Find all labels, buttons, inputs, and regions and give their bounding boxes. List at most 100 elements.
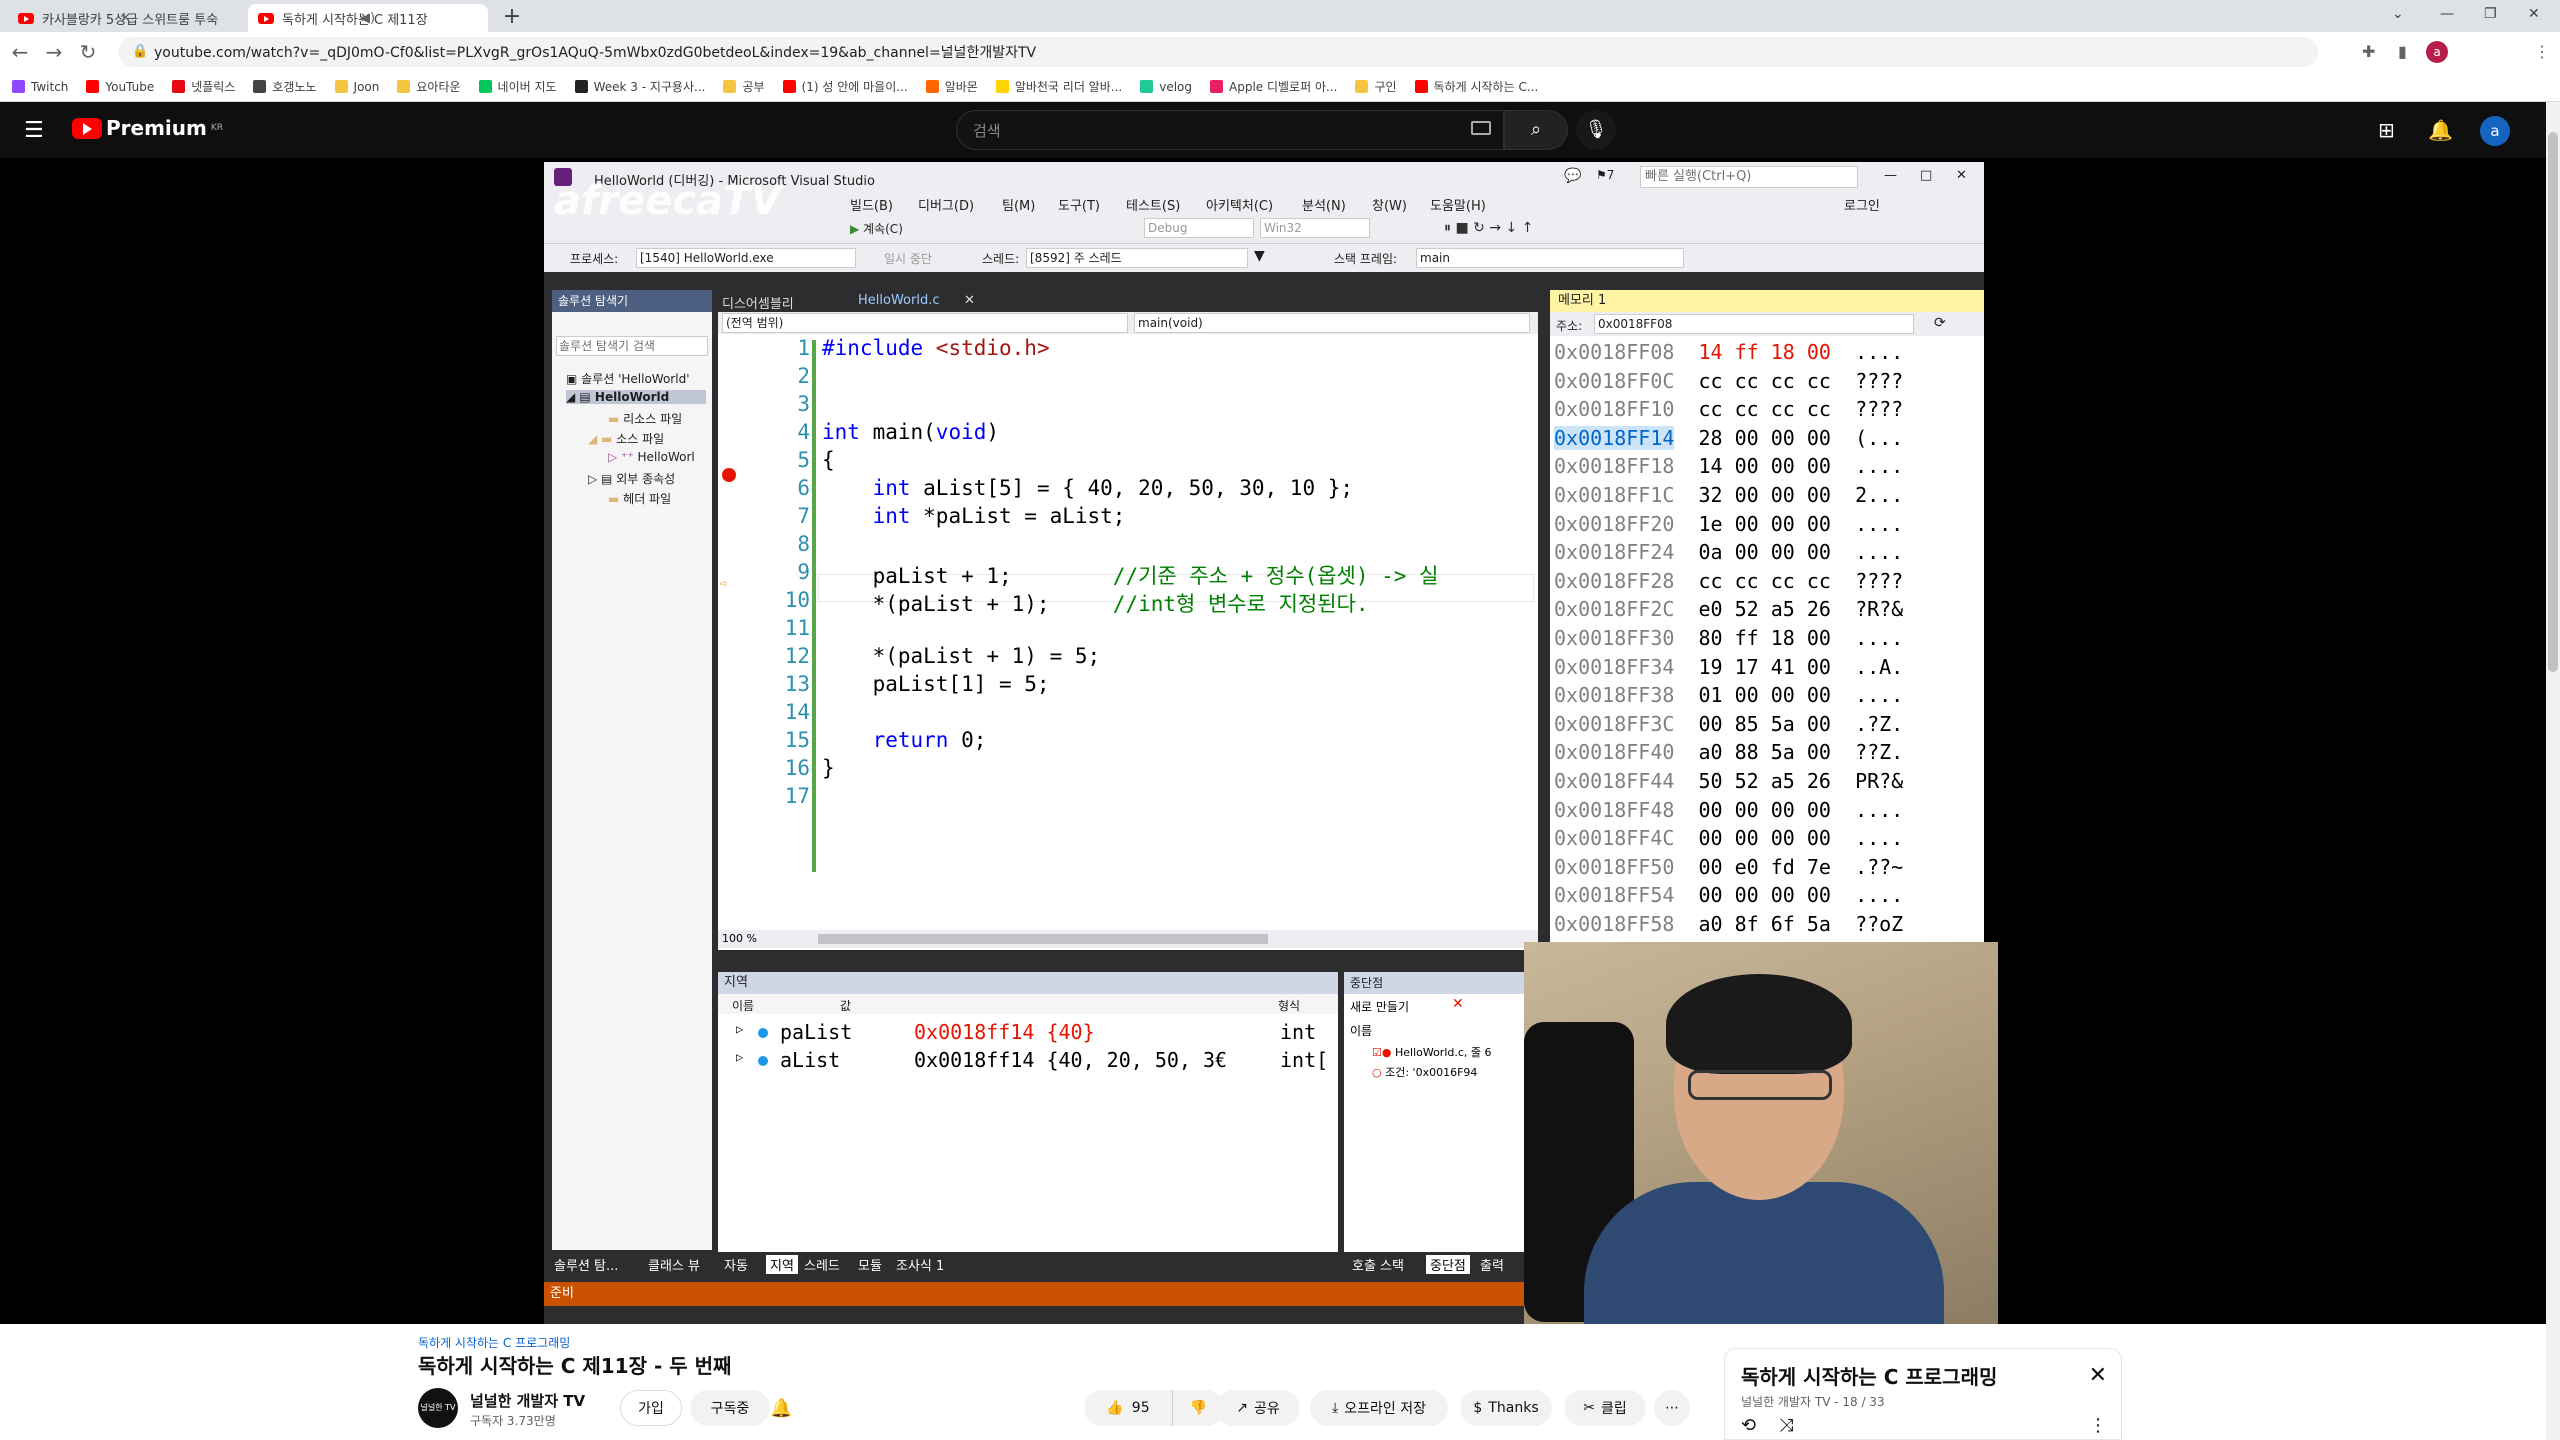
tab-search-icon[interactable]: ⌄: [2392, 6, 2404, 22]
memory-row[interactable]: 0x0018FF3C 00 85 5a 00 .?Z.: [1554, 712, 1903, 736]
suspend-button[interactable]: 일시 중단: [884, 250, 932, 267]
memory-row[interactable]: 0x0018FF24 0a 00 00 00 ....: [1554, 540, 1903, 564]
code-area[interactable]: ➪ 1 #include <stdio.h> 2 3 4 int main(vo…: [718, 336, 1538, 946]
notifications-flag-icon[interactable]: ⚑7: [1596, 168, 1614, 182]
vs-close-button[interactable]: ✕: [1956, 168, 1967, 183]
thread-dropdown[interactable]: [8592] 주 스레드: [1026, 248, 1248, 268]
subscribed-button[interactable]: 구독중: [690, 1390, 770, 1426]
more-actions-button[interactable]: ⋯: [1654, 1390, 1690, 1426]
forward-button[interactable]: →: [42, 40, 66, 64]
browser-menu-icon[interactable]: ⋮: [2534, 42, 2550, 61]
vs-login-link[interactable]: 로그인: [1844, 195, 1880, 214]
thanks-button[interactable]: $ Thanks: [1460, 1390, 1552, 1426]
tree-item-resources[interactable]: ▬ 리소스 파일: [608, 410, 682, 427]
scope-dropdown[interactable]: (전역 범위): [722, 313, 1128, 333]
memory-row[interactable]: 0x0018FF34 19 17 41 00 ..A.: [1554, 655, 1903, 679]
menu-team[interactable]: 팀(M): [1002, 195, 1035, 214]
new-breakpoint-button[interactable]: 새로 만들기: [1350, 998, 1409, 1015]
bookmark-item[interactable]: 구인: [1355, 78, 1397, 95]
create-video-icon[interactable]: ⊞: [2378, 118, 2395, 142]
memory-row[interactable]: 0x0018FF50 00 e0 fd 7e .??~: [1554, 855, 1903, 879]
tab-disassembly[interactable]: 디스어셈블리: [722, 293, 794, 312]
tree-item-solution[interactable]: ▣ 솔루션 'HelloWorld': [566, 370, 690, 387]
clip-button[interactable]: ✂ 클립: [1564, 1390, 1646, 1426]
side-panel-icon[interactable]: ▮: [2398, 42, 2407, 61]
tab-output[interactable]: 출력: [1480, 1255, 1504, 1274]
restore-button[interactable]: ❐: [2484, 6, 2497, 22]
debug-controls-icon[interactable]: ⏸ ■ ↻ → ↓ ↑: [1444, 220, 1533, 236]
menu-analyze[interactable]: 분석(N): [1302, 195, 1346, 214]
minimize-button[interactable]: —: [2440, 6, 2454, 22]
memory-row[interactable]: 0x0018FF30 80 ff 18 00 ....: [1554, 626, 1903, 650]
feedback-icon[interactable]: 💬: [1564, 168, 1581, 184]
tab-breakpoints[interactable]: 중단점: [1426, 1255, 1470, 1274]
memory-row[interactable]: 0x0018FF48 00 00 00 00 ....: [1554, 798, 1903, 822]
process-dropdown[interactable]: [1540] HelloWorld.exe: [636, 248, 856, 268]
page-scrollbar[interactable]: [2546, 102, 2560, 1440]
profile-icon[interactable]: a: [2426, 41, 2448, 63]
breakpoint-item[interactable]: ☑● HelloWorld.c, 줄 6: [1372, 1044, 1492, 1060]
editor-hscroll[interactable]: 100 %: [718, 930, 1538, 948]
bookmark-item[interactable]: YouTube: [86, 80, 154, 94]
share-button[interactable]: ↗ 공유: [1216, 1390, 1300, 1426]
scrollbar-thumb[interactable]: [2548, 132, 2558, 672]
bookmark-item[interactable]: Week 3 - 지구용사...: [574, 78, 705, 95]
tab-solution-explorer[interactable]: 솔루션 탐...: [554, 1255, 618, 1274]
memory-address-input[interactable]: 0x0018FF08: [1594, 314, 1914, 334]
filter-icon[interactable]: ▼: [1254, 248, 1265, 264]
tab-locals[interactable]: 지역: [766, 1255, 798, 1274]
address-bar[interactable]: 🔒 youtube.com/watch?v=_qDJ0mO-Cf0&list=P…: [118, 37, 2318, 67]
memory-row[interactable]: 0x0018FF0C cc cc cc cc ????: [1554, 369, 1903, 393]
memory-row[interactable]: 0x0018FF1C 32 00 00 00 2...: [1554, 483, 1903, 507]
memory-row[interactable]: 0x0018FF4C 00 00 00 00 ....: [1554, 826, 1903, 850]
locals-row[interactable]: ▷ paList 0x0018ff14 {40} int: [718, 1020, 1338, 1048]
extensions-icon[interactable]: ✚: [2362, 42, 2375, 61]
delete-breakpoint-icon[interactable]: ✕: [1452, 996, 1464, 1012]
menu-test[interactable]: 테스트(S): [1126, 195, 1180, 214]
tree-item-headers[interactable]: ▬ 헤더 파일: [608, 490, 671, 507]
menu-build[interactable]: 빌드(B): [850, 195, 893, 214]
tree-item-project[interactable]: ◢ ▤ HelloWorld: [566, 390, 706, 404]
browser-tab-2[interactable]: 독하게 시작하는 C 제11장 ◀) ✕: [248, 4, 488, 32]
playlist-menu-icon[interactable]: ⋮: [2089, 1415, 2107, 1436]
bookmark-item[interactable]: 알바천국 리더 알바...: [995, 78, 1122, 95]
notifications-bell-icon[interactable]: 🔔: [2428, 118, 2453, 142]
download-button[interactable]: ⤓ 오프라인 저장: [1310, 1390, 1448, 1426]
bookmark-item[interactable]: 공부: [723, 78, 765, 95]
tree-item-external[interactable]: ▷ ▤ 외부 종속성: [588, 470, 675, 487]
bookmark-item[interactable]: (1) 성 안에 마을이...: [782, 78, 908, 95]
expand-icon[interactable]: ▷: [736, 1050, 743, 1064]
close-playlist-icon[interactable]: ✕: [2089, 1363, 2107, 1388]
youtube-logo[interactable]: Premium KR: [72, 116, 223, 140]
tab-close-icon[interactable]: ✕: [360, 11, 371, 26]
hamburger-menu-icon[interactable]: ☰: [24, 118, 44, 143]
menu-help[interactable]: 도움말(H): [1430, 195, 1486, 214]
like-button[interactable]: 👍 95: [1084, 1390, 1172, 1426]
bookmark-item[interactable]: velog: [1140, 80, 1192, 94]
breakpoint-icon[interactable]: [722, 468, 736, 482]
memory-row[interactable]: 0x0018FF18 14 00 00 00 ....: [1554, 454, 1903, 478]
bookmark-item[interactable]: 호갱노노: [253, 78, 317, 95]
menu-debug[interactable]: 디버그(D): [918, 195, 974, 214]
channel-name[interactable]: 널널한 개발자 TV: [470, 1390, 585, 1411]
playlist-title[interactable]: 독하게 시작하는 C 프로그래밍: [1741, 1361, 1997, 1390]
keyboard-icon[interactable]: [1471, 121, 1491, 135]
memory-row[interactable]: 0x0018FF44 50 52 a5 26 PR?&: [1554, 769, 1903, 793]
zoom-level[interactable]: 100 %: [722, 932, 757, 945]
quick-launch-input[interactable]: 빠른 실행(Ctrl+Q): [1640, 166, 1858, 188]
memory-row[interactable]: 0x0018FF54 00 00 00 00 ....: [1554, 883, 1903, 907]
memory-row[interactable]: 0x0018FF58 a0 8f 6f 5a ??oZ: [1554, 912, 1903, 936]
tab-autos[interactable]: 자동: [724, 1255, 748, 1274]
stack-frame-dropdown[interactable]: main: [1416, 248, 1684, 268]
bookmark-item[interactable]: 요아타운: [397, 78, 461, 95]
tab-close-icon[interactable]: ✕: [120, 11, 131, 26]
new-tab-button[interactable]: +: [498, 4, 526, 29]
menu-tools[interactable]: 도구(T): [1058, 195, 1100, 214]
vs-minimize-button[interactable]: —: [1884, 168, 1897, 183]
tab-watch-1[interactable]: 조사식 1: [896, 1255, 944, 1274]
tree-item-source-files[interactable]: ◢ ▬ 소스 파일: [588, 430, 664, 447]
config-dropdown[interactable]: Debug: [1144, 218, 1254, 238]
bookmark-item[interactable]: 독하게 시작하는 C...: [1414, 78, 1538, 95]
memory-row[interactable]: 0x0018FF20 1e 00 00 00 ....: [1554, 512, 1903, 536]
reload-button[interactable]: ↻: [76, 40, 100, 64]
